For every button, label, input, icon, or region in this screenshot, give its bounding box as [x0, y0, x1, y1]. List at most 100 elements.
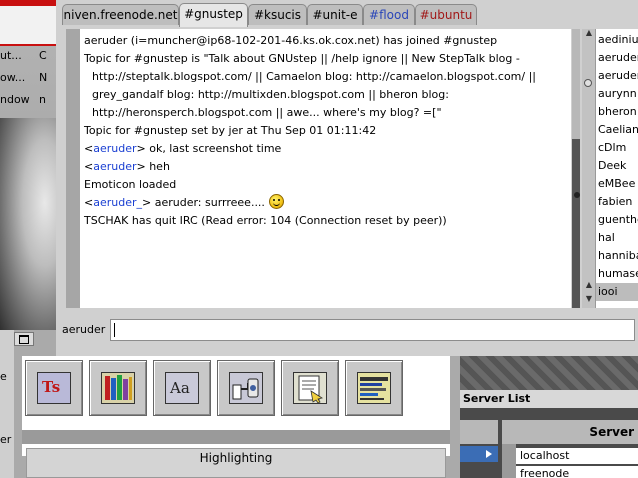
plugin-icon — [229, 372, 263, 404]
chat-line: Topic for #gnustep is "Talk about GNUste… — [84, 50, 564, 68]
server-list-title: Server List — [460, 390, 638, 408]
tab-flood[interactable]: #flood — [363, 4, 415, 25]
tab-server[interactable]: niven.freenode.net — [62, 4, 179, 25]
user-list-item[interactable]: Deek — [598, 157, 638, 175]
background-white-strip — [0, 6, 56, 44]
window-icon — [19, 334, 29, 344]
toolbar-divider — [22, 430, 450, 444]
chat-text: http://heronsperch.blogspot.com || awe..… — [92, 106, 442, 119]
tab-gnustep[interactable]: #gnustep — [179, 3, 248, 27]
plugin-tool-button[interactable] — [217, 360, 275, 416]
chat-line: http://heronsperch.blogspot.com || awe..… — [92, 104, 571, 122]
chat-line: Topic for #gnustep set by jer at Thu Sep… — [84, 122, 564, 140]
server-column-header[interactable]: Server — [502, 420, 638, 444]
text-caret — [114, 323, 115, 337]
server-entry[interactable]: localhost — [516, 448, 638, 464]
user-list-item[interactable]: hannibal — [598, 247, 638, 265]
chat-text: < — [84, 160, 94, 173]
server-list-background — [460, 356, 638, 390]
user-list-item[interactable]: iooi — [596, 283, 638, 301]
chat-log[interactable]: aeruder (i=muncher@ip68-102-201-46.ks.ok… — [80, 29, 571, 308]
user-list-scrollbar[interactable]: ▲ ▲ ▼ — [582, 29, 596, 308]
scroll-knob-icon[interactable] — [584, 79, 592, 87]
nick-label: aeruder — [62, 323, 106, 336]
chat-text: TSCHAK has quit IRC (Read error: 104 (Co… — [84, 214, 447, 227]
chat-text: aeruder (i=muncher@ip68-102-201-46.ks.ok… — [84, 34, 498, 47]
user-list-item[interactable]: cDlm — [598, 139, 638, 157]
ts-icon: Ts — [37, 372, 71, 404]
chat-window: niven.freenode.net #gnustep #ksucis #uni… — [56, 0, 638, 356]
chat-text: Topic for #gnustep is "Talk about GNUste… — [84, 52, 520, 65]
highlighting-tab[interactable]: Highlighting — [26, 448, 446, 478]
chat-frame: aeruder (i=muncher@ip68-102-201-46.ks.ok… — [66, 27, 638, 309]
chat-text: grey_gandalf blog: http://multixden.blog… — [92, 88, 449, 101]
user-list-item[interactable]: aeruder_ — [598, 67, 638, 85]
background-window: ut... C ow... N ndow n — [0, 0, 56, 330]
tab-ksucis[interactable]: #ksucis — [248, 4, 307, 25]
chat-scrollbar[interactable] — [572, 29, 580, 308]
window-minimize-button[interactable] — [14, 332, 34, 346]
chat-line: aeruder (i=muncher@ip68-102-201-46.ks.ok… — [84, 32, 564, 50]
server-list-header-left — [460, 420, 498, 444]
user-list-item[interactable]: aeruder — [598, 49, 638, 67]
user-list-item[interactable]: hal — [598, 229, 638, 247]
channel-tab-bar: niven.freenode.net #gnustep #ksucis #uni… — [56, 0, 638, 27]
font-tool-button[interactable]: Aa — [153, 360, 211, 416]
chat-text: < — [84, 196, 94, 209]
chat-line: TSCHAK has quit IRC (Read error: 104 (Co… — [84, 212, 564, 230]
tab-ubuntu[interactable]: #ubuntu — [415, 4, 477, 25]
document-tool-button[interactable] — [281, 360, 339, 416]
chat-line: <aeruder> heh — [84, 158, 564, 176]
chat-line: Emoticon loaded — [84, 176, 564, 194]
user-list: aediniusaeruderaeruder_aurynnbheronCaeli… — [596, 29, 638, 308]
scroll-up-icon[interactable]: ▲ — [585, 281, 593, 289]
background-photo — [0, 118, 56, 330]
bookshelf-tool-button[interactable] — [89, 360, 147, 416]
user-list-item[interactable]: aurynn — [598, 85, 638, 103]
chat-log-margin — [66, 29, 80, 308]
user-list-item[interactable]: Caelian — [598, 121, 638, 139]
chat-text: Topic for #gnustep set by jer at Thu Sep… — [84, 124, 377, 137]
expand-arrow-icon[interactable] — [460, 446, 498, 462]
nick-link[interactable]: aeruder — [93, 142, 136, 155]
server-list-column-gap — [502, 444, 516, 478]
chat-line: <aeruder> ok, last screenshot time — [84, 140, 564, 158]
input-row: aeruder — [56, 315, 638, 345]
document-icon — [293, 372, 327, 404]
bitmap-font-icon — [357, 372, 391, 404]
chat-text: http://steptalk.blogspot.com/ || Camaelo… — [92, 70, 537, 83]
chat-text: > aeruder: surrreee.... — [142, 196, 265, 209]
chat-text: < — [84, 142, 94, 155]
user-list-item[interactable]: aedinius — [598, 31, 638, 49]
user-list-item[interactable]: fabien — [598, 193, 638, 211]
nick-link[interactable]: aeruder_ — [93, 196, 142, 209]
bitmap-font-tool-button[interactable] — [345, 360, 403, 416]
scroll-down-icon[interactable]: ▼ — [585, 295, 593, 303]
background-menu-row[interactable]: ndow n — [0, 89, 56, 111]
chat-text: > ok, last screenshot time — [136, 142, 282, 155]
user-list-item[interactable]: humasect — [598, 265, 638, 283]
ts-tool-button[interactable]: Ts — [25, 360, 83, 416]
background-menu-row[interactable]: ut... C — [0, 45, 56, 67]
scroll-up-icon[interactable]: ▲ — [585, 29, 593, 37]
chat-line: grey_gandalf blog: http://multixden.blog… — [92, 86, 571, 104]
chat-line: http://steptalk.blogspot.com/ || Camaelo… — [92, 68, 571, 86]
font-icon: Aa — [165, 372, 199, 404]
split-handle-icon[interactable] — [574, 192, 580, 198]
user-list-item[interactable]: bheron — [598, 103, 638, 121]
server-entry[interactable]: freenode — [516, 466, 638, 478]
message-input[interactable] — [110, 319, 635, 341]
background-menu-row[interactable]: ow... N — [0, 67, 56, 89]
user-list-item[interactable]: eMBee — [598, 175, 638, 193]
nick-link[interactable]: aeruder — [93, 160, 136, 173]
bookshelf-icon — [101, 372, 135, 404]
chat-text: Emoticon loaded — [84, 178, 177, 191]
chat-text: > heh — [136, 160, 170, 173]
chat-scrollbar-thumb[interactable] — [572, 139, 580, 308]
user-list-item[interactable]: guenther — [598, 211, 638, 229]
chat-line: <aeruder_> aeruder: surrreee.... — [84, 194, 564, 212]
server-list-window: Server List Server localhost freenode — [460, 356, 638, 478]
smiley-icon — [268, 194, 284, 209]
tab-unit-e[interactable]: #unit-e — [307, 4, 363, 25]
preferences-left-column: e er — [0, 330, 14, 478]
